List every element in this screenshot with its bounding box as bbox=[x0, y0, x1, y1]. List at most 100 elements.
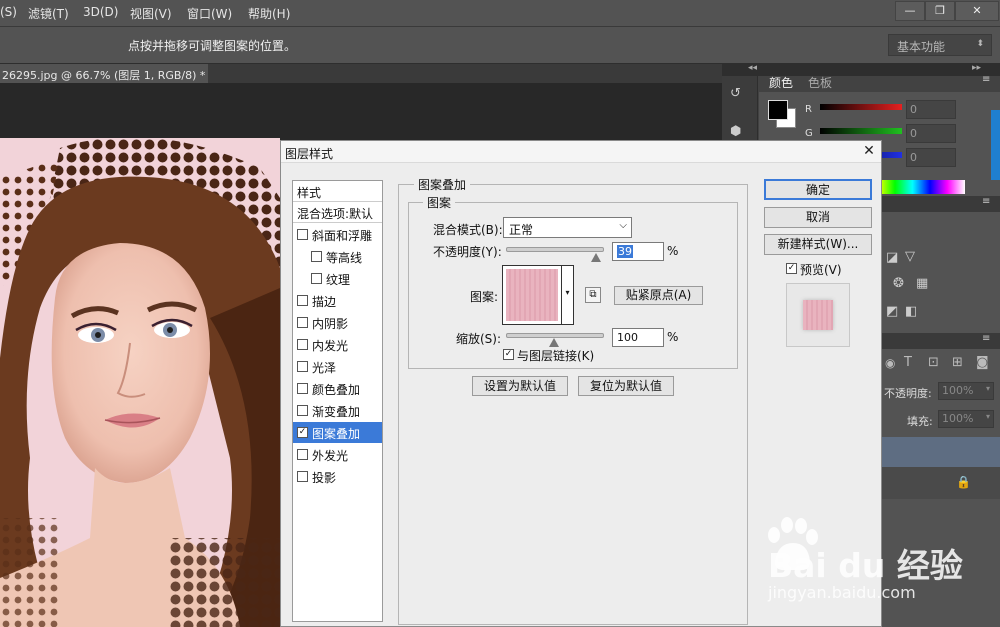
document-tab-title: 26295.jpg @ 66.7% (图层 1, RGB/8) * bbox=[2, 69, 206, 82]
snap-origin-button[interactable]: 贴紧原点(A) bbox=[614, 286, 703, 305]
link-with-layer-checkbox[interactable]: ✓ bbox=[503, 349, 514, 360]
layer-fill-chevron-icon[interactable]: ▾ bbox=[986, 412, 990, 421]
adjust-channel-mixer-icon[interactable]: ❂ bbox=[893, 276, 904, 291]
scale-slider-thumb[interactable] bbox=[549, 338, 559, 347]
inner-shadow-label: 内阴影 bbox=[312, 317, 349, 331]
menu-help[interactable]: 帮助(H) bbox=[248, 5, 290, 22]
reset-default-button[interactable]: 复位为默认值 bbox=[578, 376, 674, 396]
tool-hint: 点按并拖移可调整图案的位置。 bbox=[128, 39, 297, 53]
style-item-drop-shadow[interactable]: 投影 bbox=[293, 466, 382, 487]
minimize-button[interactable]: — bbox=[895, 1, 925, 21]
menu-filter[interactable]: 滤镜(T) bbox=[28, 5, 69, 22]
style-item-inner-shadow[interactable]: 内阴影 bbox=[293, 312, 382, 333]
contour-checkbox[interactable] bbox=[311, 251, 322, 262]
adjust-levels-icon[interactable]: ◪ bbox=[886, 250, 898, 265]
red-slider[interactable] bbox=[820, 104, 902, 110]
tab-swatches[interactable]: 色板 bbox=[808, 74, 832, 91]
color-overlay-checkbox[interactable] bbox=[297, 383, 308, 394]
menu-3d[interactable]: 3D(D) bbox=[83, 5, 118, 19]
layer-opacity-chevron-icon[interactable]: ▾ bbox=[986, 384, 990, 393]
new-preset-icon[interactable]: ⧉ bbox=[585, 287, 601, 303]
pattern-picker-label: 图案: bbox=[470, 290, 499, 304]
stroke-checkbox[interactable] bbox=[297, 295, 308, 306]
layers-menu-icon[interactable]: ≡ bbox=[982, 333, 990, 344]
opacity-input-value: 39 bbox=[617, 245, 633, 258]
red-value[interactable]: 0 bbox=[906, 100, 956, 119]
texture-checkbox[interactable] bbox=[311, 273, 322, 284]
chevron-down-icon[interactable]: ⌵ bbox=[619, 220, 627, 231]
blend-mode-select[interactable]: 正常 ⌵ bbox=[503, 217, 632, 238]
adjustments-menu-icon[interactable]: ≡ bbox=[982, 196, 990, 207]
inner-shadow-checkbox[interactable] bbox=[297, 317, 308, 328]
scale-label: 缩放(S): bbox=[456, 332, 502, 346]
layer-opacity-field[interactable]: 100% ▾ bbox=[938, 382, 994, 400]
layer-row-selected[interactable] bbox=[882, 437, 1000, 467]
filter-smart-icon[interactable]: ⊞ bbox=[952, 355, 963, 370]
layer-opacity-value: 100% bbox=[942, 384, 974, 397]
style-item-pattern-overlay[interactable]: ✓ 图案叠加 bbox=[293, 422, 382, 443]
style-item-inner-glow[interactable]: 内发光 bbox=[293, 334, 382, 355]
menu-select[interactable]: (S) bbox=[0, 5, 17, 19]
layer-row-background[interactable]: 🔒 bbox=[882, 467, 1000, 499]
workspace-select[interactable]: 基本功能 ⬍ bbox=[888, 34, 992, 56]
opacity-input[interactable]: 39 bbox=[612, 242, 664, 261]
drop-shadow-checkbox[interactable] bbox=[297, 471, 308, 482]
style-list-blend-options[interactable]: 混合选项:默认 bbox=[293, 202, 382, 223]
workspace-label: 基本功能 bbox=[897, 40, 946, 54]
panel-menu-icon[interactable]: ≡ bbox=[982, 74, 990, 85]
style-item-satin[interactable]: 光泽 bbox=[293, 356, 382, 377]
filter-type-icon[interactable]: T bbox=[904, 355, 912, 370]
scroll-indicator[interactable] bbox=[991, 110, 1000, 180]
set-default-button[interactable]: 设置为默认值 bbox=[472, 376, 568, 396]
document-tab[interactable]: 26295.jpg @ 66.7% (图层 1, RGB/8) * × bbox=[0, 64, 208, 83]
pattern-overlay-checkbox[interactable]: ✓ bbox=[297, 427, 308, 438]
dialog-close-icon[interactable]: ✕ bbox=[861, 143, 877, 159]
style-item-color-overlay[interactable]: 颜色叠加 bbox=[293, 378, 382, 399]
canvas-photo[interactable] bbox=[0, 138, 280, 627]
history-icon[interactable]: ↺ bbox=[730, 86, 750, 104]
blue-value[interactable]: 0 bbox=[906, 148, 956, 167]
menu-view[interactable]: 视图(V) bbox=[130, 5, 172, 22]
filter-shape-icon[interactable]: ⊡ bbox=[928, 355, 939, 370]
foreground-color-swatch[interactable] bbox=[768, 100, 788, 120]
gradient-overlay-checkbox[interactable] bbox=[297, 405, 308, 416]
green-slider[interactable] bbox=[820, 128, 902, 134]
menu-window[interactable]: 窗口(W) bbox=[187, 5, 232, 22]
tab-color[interactable]: 颜色 bbox=[769, 74, 793, 91]
opacity-slider-thumb[interactable] bbox=[591, 253, 602, 262]
collapse-right-icon[interactable]: ▸▸ bbox=[972, 63, 981, 73]
style-item-outer-glow[interactable]: 外发光 bbox=[293, 444, 382, 465]
pattern-dropdown-arrow-icon[interactable]: ▾ bbox=[561, 266, 573, 324]
style-item-texture[interactable]: 纹理 bbox=[293, 268, 382, 289]
restore-button[interactable]: ❐ bbox=[925, 1, 955, 21]
bevel-emboss-checkbox[interactable] bbox=[297, 229, 308, 240]
dialog-titlebar[interactable] bbox=[281, 141, 881, 163]
style-list-header-styles[interactable]: 样式 bbox=[293, 181, 382, 202]
preview-checkbox[interactable]: ✓ bbox=[786, 263, 797, 274]
layer-fill-field[interactable]: 100% ▾ bbox=[938, 410, 994, 428]
ok-button[interactable]: 确定 bbox=[764, 179, 872, 200]
panel-collapse-bar[interactable]: ◂◂ ▸▸ bbox=[722, 63, 1000, 76]
cancel-button[interactable]: 取消 bbox=[764, 207, 872, 228]
inner-glow-checkbox[interactable] bbox=[297, 339, 308, 350]
pattern-thumbnail[interactable] bbox=[506, 269, 558, 321]
filter-more-icon[interactable]: ◙ bbox=[976, 355, 989, 370]
outer-glow-checkbox[interactable] bbox=[297, 449, 308, 460]
style-item-contour[interactable]: 等高线 bbox=[293, 246, 382, 267]
scale-input[interactable]: 100 bbox=[612, 328, 664, 347]
green-value[interactable]: 0 bbox=[906, 124, 956, 143]
style-item-gradient-overlay[interactable]: 渐变叠加 bbox=[293, 400, 382, 421]
opacity-slider[interactable] bbox=[506, 247, 604, 252]
adjust-threshold-icon[interactable]: ◧ bbox=[905, 304, 917, 319]
style-item-bevel-emboss[interactable]: 斜面和浮雕 bbox=[293, 224, 382, 245]
new-style-button[interactable]: 新建样式(W)... bbox=[764, 234, 872, 255]
pattern-picker[interactable]: ▾ bbox=[502, 265, 574, 325]
collapse-left-icon[interactable]: ◂◂ bbox=[748, 63, 757, 73]
window-close-button[interactable]: ✕ bbox=[955, 1, 999, 21]
filter-toggle-icon[interactable]: ◉ bbox=[885, 356, 895, 370]
adjust-invert-icon[interactable]: ◩ bbox=[886, 304, 898, 319]
satin-checkbox[interactable] bbox=[297, 361, 308, 372]
style-item-stroke[interactable]: 描边 bbox=[293, 290, 382, 311]
adjust-gradient-icon[interactable]: ▽ bbox=[905, 249, 915, 264]
adjust-lookup-icon[interactable]: ▦ bbox=[916, 276, 928, 291]
